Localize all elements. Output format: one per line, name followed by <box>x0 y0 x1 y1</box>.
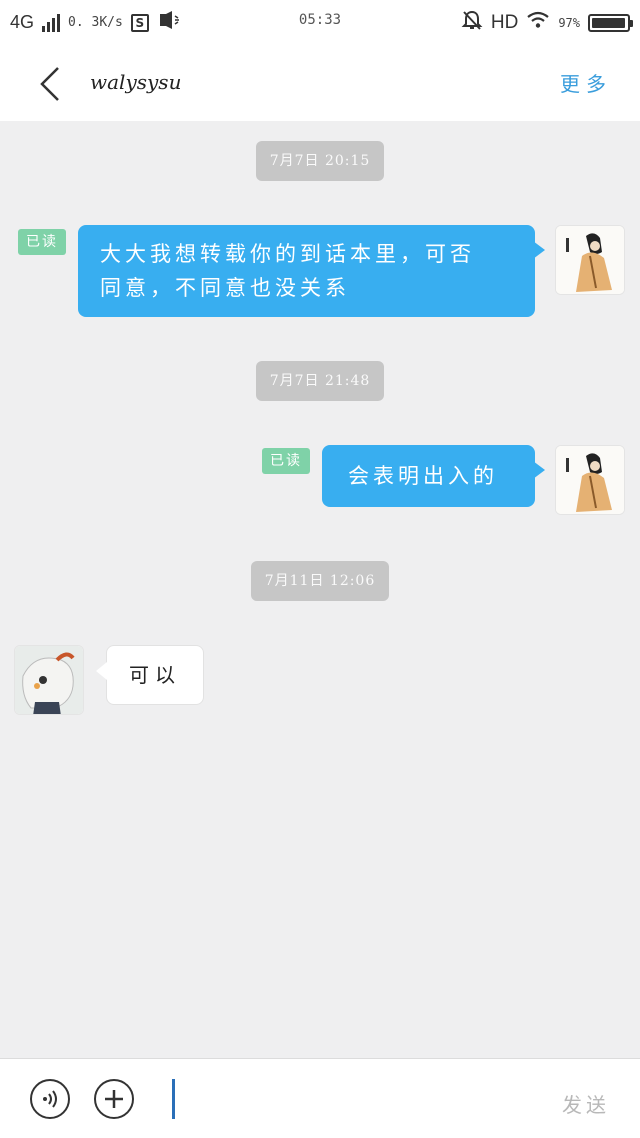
hd-indicator: HD <box>490 11 519 33</box>
avatar[interactable] <box>555 225 625 295</box>
avatar[interactable] <box>555 445 625 515</box>
battery-icon <box>588 13 633 32</box>
add-button[interactable] <box>94 1079 134 1119</box>
voice-icon <box>43 1090 57 1108</box>
alarm-off-icon <box>461 9 483 36</box>
page-title: walysysu <box>90 70 182 94</box>
read-receipt-badge: 已读 <box>18 229 66 255</box>
timestamp-label: 7月11日 12:06 <box>250 561 390 601</box>
status-right: HD 97% <box>461 9 633 36</box>
battery-fill <box>592 17 625 28</box>
send-button[interactable]: 发送 <box>562 1089 610 1118</box>
read-receipt-badge: 已读 <box>262 448 310 474</box>
timestamp-label: 7月7日 21:48 <box>255 361 385 401</box>
message-text-line: 同意，不同意也没关系 <box>100 276 350 300</box>
contact-avatar-image <box>15 646 83 714</box>
battery-percent: 97% <box>558 15 580 30</box>
timestamp: 7月11日 12:06 <box>0 561 640 601</box>
voice-button[interactable] <box>30 1079 70 1119</box>
outgoing-message[interactable]: 会表明出入的 <box>322 445 545 507</box>
user-avatar-image <box>556 226 624 294</box>
timestamp: 7月7日 20:15 <box>0 141 640 181</box>
input-bar: 发送 <box>0 1058 640 1138</box>
more-button[interactable]: 更多 <box>560 68 612 97</box>
timestamp: 7月7日 21:48 <box>0 361 640 401</box>
chat-area[interactable]: 7月7日 20:15 已读 大大我想转载你的到话本里，可否 同意，不同意也没关系… <box>0 121 640 1058</box>
text-input-cursor[interactable] <box>172 1079 175 1119</box>
chevron-left-icon <box>40 67 59 101</box>
outgoing-message[interactable]: 大大我想转载你的到话本里，可否 同意，不同意也没关系 <box>78 225 545 317</box>
user-avatar-image <box>556 446 624 514</box>
status-bar: 4G 0. 3K/s S 05:33 HD 97% <box>0 0 640 44</box>
avatar[interactable] <box>14 645 84 715</box>
timestamp-label: 7月7日 20:15 <box>255 141 385 181</box>
back-button[interactable] <box>28 62 72 106</box>
wifi-icon <box>526 11 550 34</box>
chat-header: walysysu 更多 <box>0 44 640 121</box>
incoming-message[interactable]: 可以 <box>96 645 204 705</box>
message-text: 可以 <box>129 663 181 687</box>
plus-icon <box>105 1090 123 1108</box>
message-text: 会表明出入的 <box>348 464 498 488</box>
message-text-line: 大大我想转载你的到话本里，可否 <box>100 242 475 266</box>
